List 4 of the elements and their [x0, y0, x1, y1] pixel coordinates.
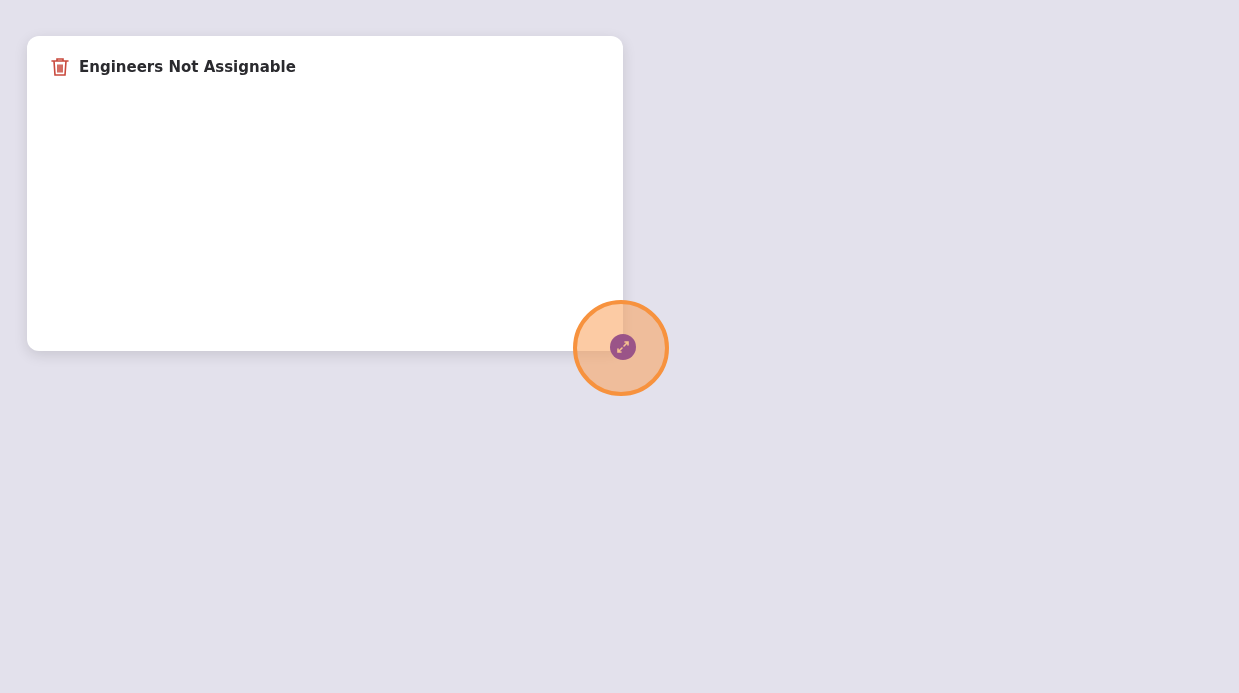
card-title: Engineers Not Assignable [79, 58, 296, 76]
resize-icon [617, 341, 629, 353]
trash-icon[interactable] [51, 57, 69, 77]
resize-handle[interactable] [610, 334, 636, 360]
